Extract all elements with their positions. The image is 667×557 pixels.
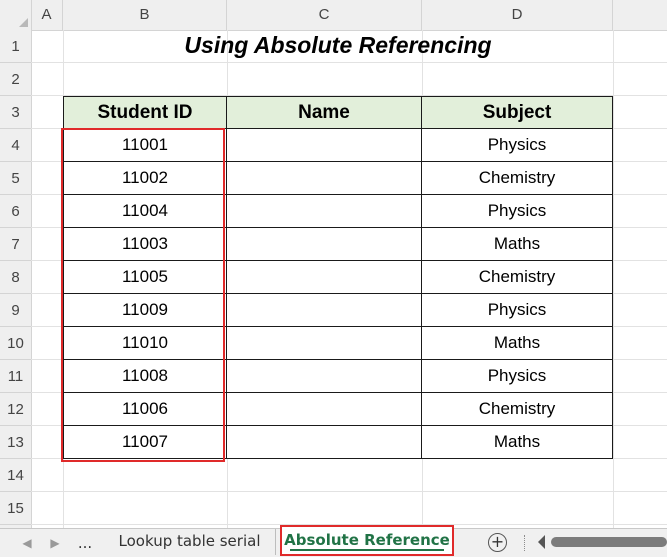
name-cell[interactable] (227, 162, 422, 195)
worksheet[interactable]: A B C D 1 2 3 4 5 6 7 8 9 10 11 12 13 14 15 Using Abso… (0, 0, 667, 528)
name-cell[interactable] (227, 426, 422, 459)
tab-lookup-table-serial[interactable]: Lookup table serial (104, 529, 276, 555)
name-cell[interactable] (227, 393, 422, 426)
name-cell[interactable] (227, 294, 422, 327)
subject-cell[interactable]: Physics (422, 129, 613, 162)
sheet-tab-bar: ◀ ▶ ... Lookup table serial Absolute Ref… (0, 525, 667, 557)
student-id-cell[interactable]: 11006 (63, 393, 227, 426)
subject-cell[interactable]: Physics (422, 360, 613, 393)
subject-cell[interactable]: Maths (422, 327, 613, 360)
header-subject[interactable]: Subject (422, 96, 613, 129)
tab-absolute-reference-label: Absolute Reference (284, 531, 450, 549)
subject-cell[interactable]: Chemistry (422, 162, 613, 195)
name-cell[interactable] (227, 261, 422, 294)
name-cell[interactable] (227, 360, 422, 393)
gridline-horizontal (31, 491, 667, 492)
name-cell[interactable] (227, 129, 422, 162)
row-header-13[interactable]: 13 (0, 426, 31, 459)
student-id-cell[interactable]: 11009 (63, 294, 227, 327)
row-header-2[interactable]: 2 (0, 63, 31, 96)
header-name[interactable]: Name (227, 96, 422, 129)
tab-splitter[interactable] (524, 535, 527, 551)
column-header-c[interactable]: C (227, 0, 422, 30)
student-id-cell[interactable]: 11007 (63, 426, 227, 459)
row-header-4[interactable]: 4 (0, 129, 31, 162)
gridline-horizontal (31, 62, 667, 63)
subject-cell[interactable]: Chemistry (422, 393, 613, 426)
row-header-11[interactable]: 11 (0, 360, 31, 393)
active-tab-underline (290, 549, 444, 551)
row-header-3[interactable]: 3 (0, 96, 31, 129)
row-header-10[interactable]: 10 (0, 327, 31, 360)
name-cell[interactable] (227, 228, 422, 261)
header-student-id[interactable]: Student ID (63, 96, 227, 129)
horizontal-scrollbar[interactable] (551, 537, 667, 547)
row-header-1[interactable]: 1 (0, 30, 31, 63)
row-header-7[interactable]: 7 (0, 228, 31, 261)
student-id-cell[interactable]: 11008 (63, 360, 227, 393)
row-header-5[interactable]: 5 (0, 162, 31, 195)
add-sheet-icon[interactable]: + (488, 533, 507, 552)
sheet-title[interactable]: Using Absolute Referencing (63, 30, 613, 60)
subject-cell[interactable]: Maths (422, 228, 613, 261)
prev-sheet-icon[interactable]: ◀ (20, 533, 34, 553)
column-header-a[interactable]: A (31, 0, 63, 30)
row-header-9[interactable]: 9 (0, 294, 31, 327)
name-cell[interactable] (227, 195, 422, 228)
subject-cell[interactable]: Chemistry (422, 261, 613, 294)
row-header-8[interactable]: 8 (0, 261, 31, 294)
scroll-left-icon[interactable] (538, 535, 545, 549)
student-id-cell[interactable]: 11002 (63, 162, 227, 195)
name-cell[interactable] (227, 327, 422, 360)
column-header-d[interactable]: D (422, 0, 613, 30)
student-id-cell[interactable]: 11004 (63, 195, 227, 228)
column-header-b[interactable]: B (63, 0, 227, 30)
select-all-triangle-icon (19, 18, 28, 27)
student-id-cell[interactable]: 11010 (63, 327, 227, 360)
subject-cell[interactable]: Physics (422, 195, 613, 228)
gridline-vertical (613, 30, 614, 528)
tab-absolute-reference[interactable]: Absolute Reference (280, 525, 454, 556)
student-id-cell[interactable]: 11005 (63, 261, 227, 294)
row-header-12[interactable]: 12 (0, 393, 31, 426)
student-id-cell[interactable]: 11003 (63, 228, 227, 261)
row-header-6[interactable]: 6 (0, 195, 31, 228)
row-header-15[interactable]: 15 (0, 492, 31, 525)
row-header-14[interactable]: 14 (0, 459, 31, 492)
subject-cell[interactable]: Maths (422, 426, 613, 459)
more-sheets-button[interactable]: ... (74, 533, 96, 553)
next-sheet-icon[interactable]: ▶ (48, 533, 62, 553)
subject-cell[interactable]: Physics (422, 294, 613, 327)
column-header-bar: A B C D (0, 0, 667, 31)
select-all-corner[interactable] (0, 0, 32, 30)
student-id-cell[interactable]: 11001 (63, 129, 227, 162)
